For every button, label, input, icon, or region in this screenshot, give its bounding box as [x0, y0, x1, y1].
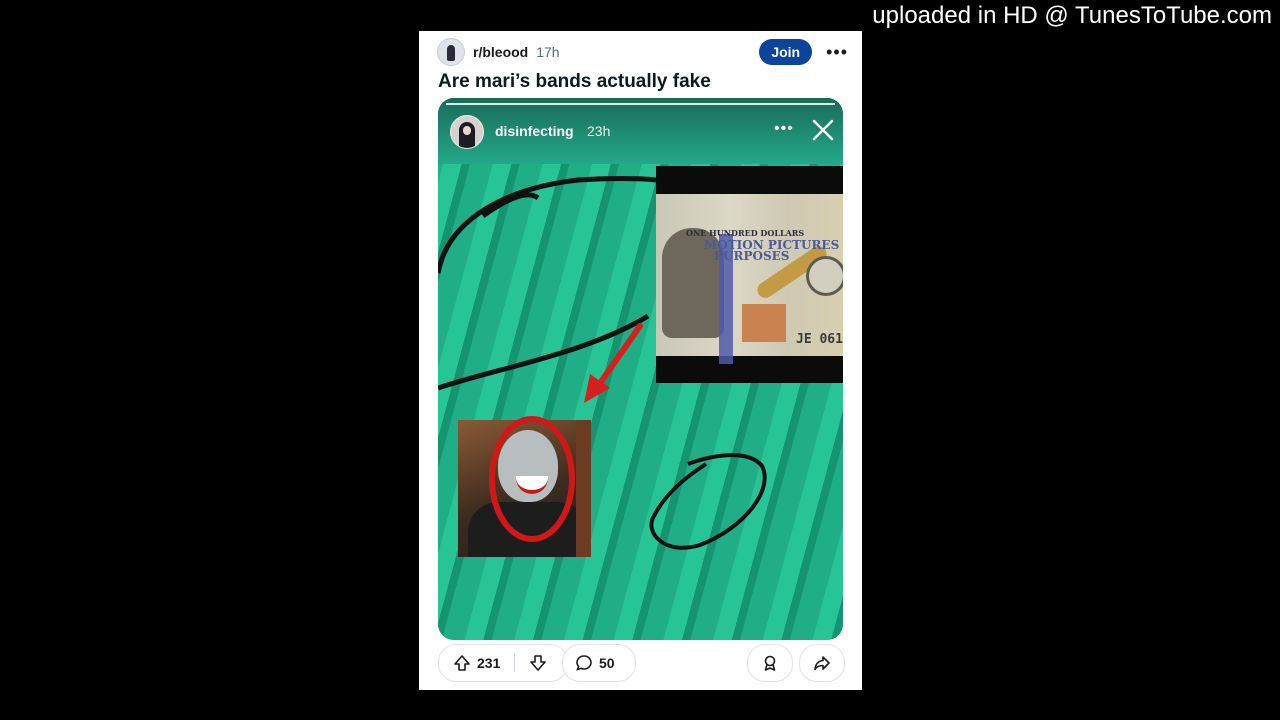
upvote-count: 231 — [477, 655, 501, 671]
black-circle-annotation — [649, 453, 767, 550]
black-scribble-top — [438, 176, 657, 274]
post-actions-bar: 231 50 — [438, 644, 845, 682]
award-button[interactable] — [747, 644, 793, 682]
subreddit-avatar[interactable] — [437, 38, 465, 66]
post-header: r/bleood 17h Join ••• — [437, 38, 848, 66]
downvote-icon[interactable] — [529, 654, 547, 672]
share-icon — [813, 654, 831, 672]
black-scribble-bottom-left — [438, 313, 650, 391]
reddit-post-card: r/bleood 17h Join ••• Are mari’s bands a… — [419, 31, 862, 690]
vote-pill: 231 — [438, 644, 568, 682]
more-options-icon[interactable]: ••• — [826, 42, 848, 63]
post-media-image[interactable]: disinfecting 23h ••• ONE HUNDRED DOLLARS… — [438, 98, 843, 640]
subreddit-name[interactable]: r/bleood — [473, 44, 528, 60]
upvote-icon[interactable] — [453, 654, 471, 672]
comment-icon — [575, 654, 593, 672]
join-button[interactable]: Join — [759, 39, 813, 65]
comment-count: 50 — [599, 655, 615, 671]
annotation-overlay — [438, 176, 767, 550]
post-age: 17h — [536, 44, 560, 60]
watermark-text: uploaded in HD @ TunesToTube.com — [872, 2, 1272, 29]
comments-button[interactable]: 50 — [562, 644, 636, 682]
award-icon — [761, 654, 779, 672]
post-title[interactable]: Are mari’s bands actually fake — [438, 71, 711, 93]
red-circle-annotation — [489, 416, 575, 542]
share-button[interactable] — [799, 644, 845, 682]
